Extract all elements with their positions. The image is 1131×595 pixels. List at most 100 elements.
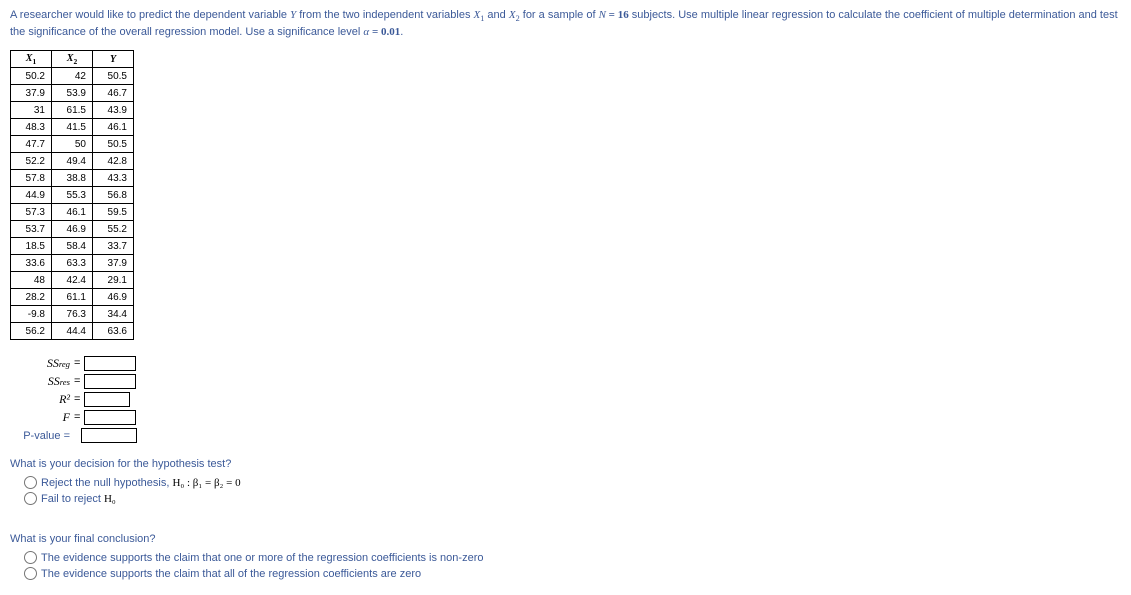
question-conclusion: What is your final conclusion? (10, 533, 1121, 545)
eq-sign: = (606, 9, 618, 21)
table-cell: 63.3 (52, 255, 93, 272)
table-cell: 50.2 (11, 68, 52, 85)
table-row: 44.955.356.8 (11, 187, 134, 204)
eq-sign: = (74, 411, 84, 423)
eq-sign: = (74, 375, 84, 387)
table-cell: 43.3 (93, 170, 134, 187)
label-f: F (10, 410, 74, 425)
input-r2[interactable] (84, 392, 130, 407)
table-cell: 29.1 (93, 272, 134, 289)
table-cell: 44.4 (52, 323, 93, 340)
label-ssreg: SSreg (10, 356, 74, 371)
table-cell: 37.9 (93, 255, 134, 272)
val-alpha: 0.01 (381, 26, 400, 38)
radio-reject-h0[interactable] (24, 476, 37, 489)
label-pvalue: P-value = (10, 428, 74, 443)
col-header-x1: X1 (11, 51, 52, 68)
table-cell: 58.4 (52, 238, 93, 255)
option-label: Reject the null hypothesis, H₀ : β₁ = β₂… (41, 477, 241, 489)
table-cell: 31 (11, 102, 52, 119)
table-cell: 33.6 (11, 255, 52, 272)
table-row: 52.249.442.8 (11, 153, 134, 170)
table-header-row: X1 X2 Y (11, 51, 134, 68)
table-cell: 56.2 (11, 323, 52, 340)
table-cell: 42.8 (93, 153, 134, 170)
table-row: -9.876.334.4 (11, 306, 134, 323)
table-cell: 50.5 (93, 136, 134, 153)
table-row: 18.558.433.7 (11, 238, 134, 255)
intro-text: from the two independent variables (296, 9, 473, 21)
table-row: 37.953.946.7 (11, 85, 134, 102)
problem-statement: A researcher would like to predict the d… (10, 8, 1121, 40)
table-cell: 42 (52, 68, 93, 85)
col-header-y: Y (93, 51, 134, 68)
label-ssres: SSres (10, 374, 74, 389)
table-cell: 46.1 (52, 204, 93, 221)
table-cell: 57.3 (11, 204, 52, 221)
val-N: 16 (618, 9, 629, 21)
table-cell: 57.8 (11, 170, 52, 187)
option-label: The evidence supports the claim that one… (41, 552, 483, 564)
table-row: 3161.543.9 (11, 102, 134, 119)
intro-text: and (484, 9, 508, 21)
table-row: 48.341.546.1 (11, 119, 134, 136)
table-cell: 61.1 (52, 289, 93, 306)
intro-text: A researcher would like to predict the d… (10, 9, 290, 21)
table-cell: 33.7 (93, 238, 134, 255)
radio-conclusion-nonzero[interactable] (24, 551, 37, 564)
eq-sign: = (369, 26, 381, 38)
table-row: 47.75050.5 (11, 136, 134, 153)
table-cell: 48.3 (11, 119, 52, 136)
radio-conclusion-zero[interactable] (24, 567, 37, 580)
input-f[interactable] (84, 410, 136, 425)
table-row: 33.663.337.9 (11, 255, 134, 272)
option-label: Fail to reject H₀ (41, 493, 116, 505)
question-decision: What is your decision for the hypothesis… (10, 458, 1121, 470)
var-X2: X2 (509, 9, 520, 21)
var-N: N (599, 9, 606, 21)
table-cell: 41.5 (52, 119, 93, 136)
table-row: 57.838.843.3 (11, 170, 134, 187)
input-pvalue[interactable] (81, 428, 137, 443)
table-cell: 44.9 (11, 187, 52, 204)
option-label: The evidence supports the claim that all… (41, 568, 421, 580)
table-row: 57.346.159.5 (11, 204, 134, 221)
table-cell: 53.9 (52, 85, 93, 102)
table-row: 28.261.146.9 (11, 289, 134, 306)
table-row: 50.24250.5 (11, 68, 134, 85)
label-r2: R² (10, 392, 74, 407)
table-cell: 46.7 (93, 85, 134, 102)
table-cell: 46.9 (93, 289, 134, 306)
table-cell: 49.4 (52, 153, 93, 170)
intro-text: . (400, 26, 403, 38)
table-cell: 42.4 (52, 272, 93, 289)
table-cell: 37.9 (11, 85, 52, 102)
var-X1: X1 (474, 9, 485, 21)
table-cell: 48 (11, 272, 52, 289)
table-row: 53.746.955.2 (11, 221, 134, 238)
input-ssreg[interactable] (84, 356, 136, 371)
input-ssres[interactable] (84, 374, 136, 389)
table-cell: 38.8 (52, 170, 93, 187)
table-row: 56.244.463.6 (11, 323, 134, 340)
table-cell: 56.8 (93, 187, 134, 204)
eq-sign: = (74, 393, 84, 405)
table-cell: 50 (52, 136, 93, 153)
col-header-x2: X2 (52, 51, 93, 68)
table-cell: 46.1 (93, 119, 134, 136)
table-cell: 55.3 (52, 187, 93, 204)
table-cell: 76.3 (52, 306, 93, 323)
table-cell: 28.2 (11, 289, 52, 306)
table-cell: 18.5 (11, 238, 52, 255)
table-cell: 63.6 (93, 323, 134, 340)
table-cell: 47.7 (11, 136, 52, 153)
data-table: X1 X2 Y 50.24250.537.953.946.73161.543.9… (10, 50, 134, 340)
table-cell: 52.2 (11, 153, 52, 170)
table-row: 4842.429.1 (11, 272, 134, 289)
table-cell: 59.5 (93, 204, 134, 221)
table-cell: 55.2 (93, 221, 134, 238)
table-cell: 43.9 (93, 102, 134, 119)
radio-fail-reject-h0[interactable] (24, 492, 37, 505)
table-cell: 61.5 (52, 102, 93, 119)
eq-sign: = (74, 357, 84, 369)
